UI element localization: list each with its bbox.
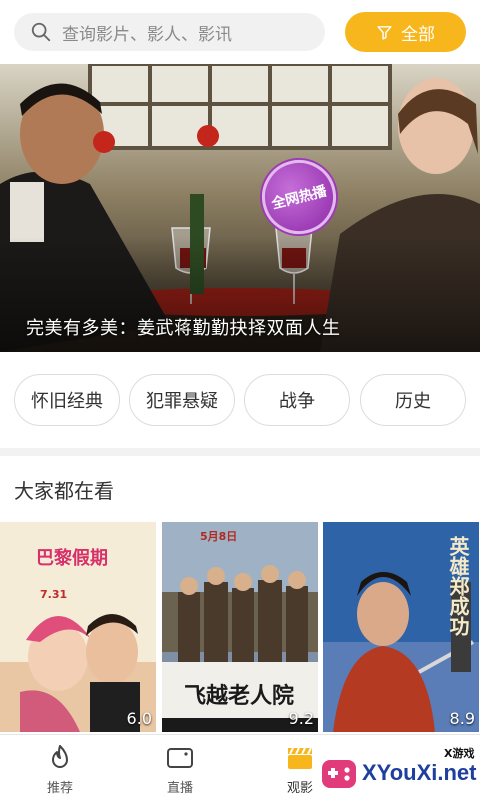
- gamepad-logo-icon: [322, 760, 356, 788]
- section-divider: [0, 448, 480, 456]
- category-chip-crime[interactable]: 犯罪悬疑: [129, 374, 235, 426]
- tv-icon: [167, 748, 193, 768]
- hot-badge-label: 全网热播: [270, 183, 329, 213]
- site-watermark: X游戏 XYouXi.net: [312, 740, 480, 800]
- poster-score: 8.9: [449, 709, 475, 728]
- search-input[interactable]: 查询影片、影人、影讯: [14, 13, 325, 51]
- category-chips: 怀旧经典 犯罪悬疑 战争 历史: [0, 374, 480, 428]
- category-chip-war[interactable]: 战争: [244, 374, 350, 426]
- nav-label-watch: 观影: [286, 781, 313, 796]
- poster-date: 5月8日: [200, 530, 238, 543]
- top-bar: 查询影片、影人、影讯 全部: [0, 0, 480, 64]
- banner-image: [0, 64, 480, 352]
- banner-caption: 完美有多美：姜武蒋勤勤抉择双面人生: [26, 318, 341, 339]
- flame-icon: [52, 745, 68, 768]
- poster-title: 英雄郑成功: [446, 536, 470, 636]
- poster-card[interactable]: 英雄郑成功 8.9: [323, 522, 479, 732]
- nav-item-live[interactable]: 直播: [125, 735, 235, 800]
- poster-title: 飞越老人院: [184, 683, 295, 709]
- poster-score: 9.2: [288, 709, 314, 728]
- nav-label-recommend: 推荐: [46, 781, 73, 796]
- poster-title: 巴黎假期: [36, 548, 108, 569]
- poster-card[interactable]: 巴黎假期 7.31 6.0: [0, 522, 156, 732]
- category-chip-history[interactable]: 历史: [360, 374, 466, 426]
- section-title: 大家都在看: [14, 479, 114, 503]
- clapperboard-icon: [288, 747, 312, 769]
- filter-button[interactable]: 全部: [345, 12, 466, 52]
- nav-label-live: 直播: [166, 781, 193, 796]
- watermark-site-text: XYouXi.net: [362, 760, 477, 785]
- nav-item-recommend[interactable]: 推荐: [5, 735, 115, 800]
- poster-date: 7.31: [40, 588, 68, 601]
- search-icon: [31, 22, 51, 42]
- poster-list: 巴黎假期 7.31 6.0 5月8日 飞越老人院 9.2 英雄郑成功 8.9: [0, 522, 480, 732]
- category-chip-nostalgic[interactable]: 怀旧经典: [14, 374, 120, 426]
- poster-score: 6.0: [126, 709, 152, 728]
- watermark-small-text: X游戏: [444, 747, 475, 760]
- filter-icon: [377, 25, 392, 40]
- search-placeholder: 查询影片、影人、影讯: [62, 24, 232, 45]
- featured-banner[interactable]: 全网热播 完美有多美：姜武蒋勤勤抉择双面人生: [0, 64, 480, 352]
- poster-card[interactable]: 5月8日 飞越老人院 9.2: [162, 522, 318, 732]
- filter-label: 全部: [401, 24, 435, 45]
